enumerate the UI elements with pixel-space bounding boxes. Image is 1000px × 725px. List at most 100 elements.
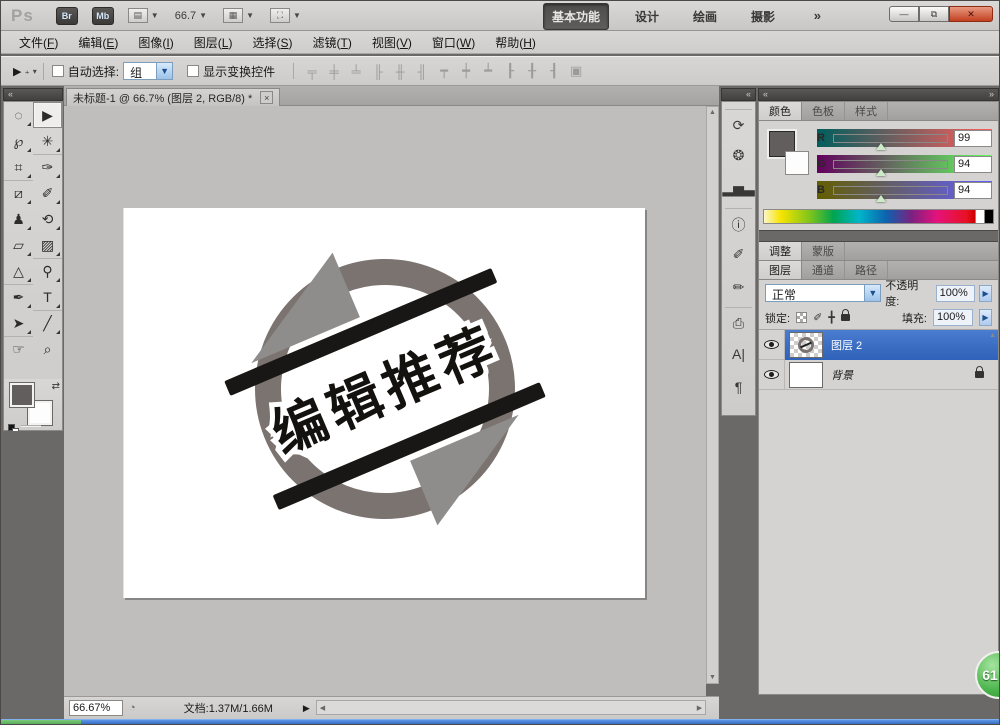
screen-mode-button[interactable]: ⛶ ▼ [270,8,301,23]
gradient-tool[interactable]: ▨ [33,232,62,258]
line-tool[interactable]: ╱ [33,310,62,336]
document-canvas[interactable]: 编辑推荐 [123,208,645,598]
workspace-button[interactable]: 基本功能 [543,3,609,30]
histogram-panel-icon[interactable]: ▂▅▃ [725,175,752,202]
fill-arrow-icon[interactable]: ▶ [979,309,992,326]
tools-dock-header[interactable]: « [3,88,63,101]
align-vertical-centers-icon[interactable]: ╪ [326,64,342,79]
workspace-button[interactable]: 设计 [627,4,667,29]
dodge-tool[interactable]: ⚲ [33,258,62,284]
black-swatch[interactable] [984,210,993,223]
document-tab[interactable]: 未标题-1 @ 66.7% (图层 2, RGB/8) * × [66,88,280,106]
canvas-area[interactable]: 编辑推荐 [64,106,706,696]
distribute-right-edges-icon[interactable]: ┨ [546,63,562,79]
layer-thumbnail[interactable] [789,332,823,358]
zoom-tool[interactable]: ⌕ [33,336,62,362]
layer-thumbnail[interactable] [789,362,823,388]
distribute-top-edges-icon[interactable]: ┯ [436,63,452,79]
layer-name[interactable]: 背景 [831,367,853,383]
current-tool-preset[interactable]: ▶ ₊ ▾ [7,63,44,80]
minimize-button[interactable]: — [889,6,919,22]
hand-tool[interactable]: ☞ [4,336,33,362]
background-color-swatch[interactable] [785,151,809,175]
distribute-left-edges-icon[interactable]: ┠ [502,63,518,79]
layer-name[interactable]: 图层 2 [831,337,862,353]
view-extras-button[interactable]: ▤ ▼ [128,8,159,23]
visibility-toggle[interactable] [759,360,785,390]
menu-item[interactable]: 帮助(H) [485,31,546,54]
windows-taskbar-edge[interactable] [1,719,1000,725]
color-spectrum-ramp[interactable] [763,209,994,224]
status-zoom-field[interactable]: 66.67% [69,700,123,716]
path-selection-tool[interactable]: ➤ [4,310,33,336]
bridge-launch-button[interactable]: Br [56,7,78,25]
toolbox-resize-grip[interactable] [21,425,41,427]
panel-tab[interactable]: 通道 [802,261,845,279]
menu-item[interactable]: 窗口(W) [422,31,485,54]
more-workspaces-chevron[interactable]: » [814,8,821,23]
layer-row-layer2[interactable]: 图层 2 [759,330,998,360]
eyedropper-tool[interactable]: ✑ [33,154,62,180]
align-top-edges-icon[interactable]: ╤ [304,64,320,79]
healing-brush-tool[interactable]: ⧄ [4,180,33,206]
eraser-tool[interactable]: ▱ [4,232,33,258]
slider-track[interactable] [833,160,948,169]
zoom-level-dropdown[interactable]: 66.7 ▼ [175,10,207,22]
distribute-vertical-centers-icon[interactable]: ┿ [458,63,474,79]
close-button[interactable]: ✕ [949,6,993,22]
quick-selection-tool[interactable]: ✳ [33,128,62,154]
slider-thumb-icon[interactable] [876,169,886,176]
opacity-value-field[interactable]: 100% [936,285,976,302]
clone-source-panel-icon[interactable]: ⎙ [725,307,752,334]
menu-item[interactable]: 文件(F) [9,31,68,54]
scroll-up-icon[interactable]: ▲ [989,332,996,339]
history-panel-icon[interactable]: ⟳ [725,109,752,136]
visibility-toggle[interactable] [759,330,785,360]
scroll-down-icon[interactable]: ▼ [707,672,718,683]
clone-stamp-tool[interactable]: ♟ [4,206,33,232]
blend-mode-dropdown[interactable]: 正常 ▼ [765,284,881,302]
canvas-vertical-scrollbar[interactable]: ▲ ▼ [706,106,719,684]
swap-colors-icon[interactable]: ⇄ [52,381,60,392]
slider-value-field[interactable]: 99 [954,130,992,147]
show-transform-controls-checkbox[interactable] [187,65,199,77]
menu-item[interactable]: 图像(I) [128,31,183,54]
panel-tab[interactable]: 调整 [759,242,802,260]
brush-presets-panel-icon[interactable]: ✏ [725,274,752,301]
canvas-horizontal-scrollbar[interactable]: ◀ ▶ [316,700,706,715]
blur-tool[interactable]: △ [4,258,33,284]
fill-value-field[interactable]: 100% [933,309,973,326]
mini-bridge-button[interactable]: Mb [92,7,114,25]
panel-tab[interactable]: 蒙版 [802,242,845,260]
spectrum-gradient[interactable] [764,210,975,223]
menu-item[interactable]: 编辑(E) [68,31,128,54]
panel-tab[interactable]: 路径 [845,261,888,279]
panel-tab[interactable]: 样式 [845,102,888,120]
layer-row-background[interactable]: 背景 [759,360,998,390]
history-brush-tool[interactable]: ⟲ [33,206,62,232]
panel-tab[interactable]: 颜色 [759,102,802,120]
slider-value-field[interactable]: 94 [954,156,992,173]
character-panel-icon[interactable]: A| [725,340,752,367]
panel-tab[interactable]: 图层 [759,261,802,279]
lasso-tool[interactable]: ℘ [4,128,33,154]
taskbar-item[interactable] [1,720,81,725]
menu-item[interactable]: 选择(S) [242,31,302,54]
brush-tool[interactable]: ✐ [33,180,62,206]
workspace-button[interactable]: 摄影 [743,4,783,29]
white-swatch[interactable] [975,210,984,223]
align-left-edges-icon[interactable]: ╟ [370,64,386,79]
align-right-edges-icon[interactable]: ╢ [414,64,430,79]
auto-align-layers-icon[interactable]: ▣ [568,63,584,79]
lock-all-icon[interactable] [841,314,850,321]
align-bottom-edges-icon[interactable]: ╧ [348,64,364,79]
scroll-left-icon[interactable]: ◀ [317,702,328,713]
elliptical-marquee-tool[interactable]: ◌ [4,102,33,128]
crop-tool[interactable]: ⌗ [4,154,33,180]
navigator-panel-icon[interactable]: ❂ [725,142,752,169]
distribute-horizontal-centers-icon[interactable]: ╂ [524,63,540,79]
distribute-bottom-edges-icon[interactable]: ┷ [480,63,496,79]
brushes-panel-icon[interactable]: ✐ [725,241,752,268]
status-flyout-icon[interactable]: ▶ [303,703,310,714]
scroll-right-icon[interactable]: ▶ [694,702,705,713]
